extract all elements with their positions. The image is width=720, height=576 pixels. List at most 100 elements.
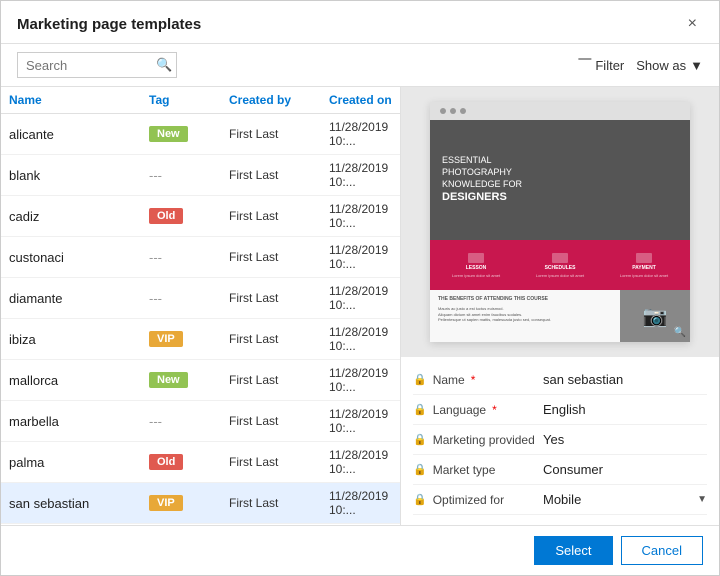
payment-label: PAYMENT bbox=[632, 265, 656, 271]
show-as-button[interactable]: Show as ▼ bbox=[636, 58, 703, 73]
cell-tag: VIP bbox=[149, 331, 229, 347]
cell-tag: Old bbox=[149, 454, 229, 470]
detail-row-optimized_for: 🔒 Optimized for Mobile ▼ bbox=[413, 485, 707, 515]
detail-value-optimized_for[interactable]: Mobile ▼ bbox=[543, 492, 707, 507]
tag-badge: New bbox=[149, 372, 188, 388]
cell-name: alicante bbox=[9, 127, 149, 142]
col-header-name[interactable]: Name bbox=[9, 93, 149, 107]
details-form: 🔒 Name * san sebastian 🔒 Language * Engl… bbox=[401, 357, 719, 525]
dialog-title: Marketing page templates bbox=[17, 16, 201, 33]
cell-name: blank bbox=[9, 168, 149, 183]
search-box[interactable]: 🔍 bbox=[17, 52, 177, 78]
preview-area: ESSENTIAL PHOTOGRAPHY KNOWLEDGE FOR DESI… bbox=[401, 87, 719, 357]
table-row[interactable]: alicante New First Last 11/28/2019 10:..… bbox=[1, 114, 400, 155]
hero-line2: PHOTOGRAPHY bbox=[442, 167, 512, 177]
cell-createdon: 11/28/2019 10:... bbox=[329, 366, 392, 394]
lock-icon: 🔒 bbox=[413, 463, 427, 476]
payment-icon bbox=[636, 253, 652, 263]
cell-tag: --- bbox=[149, 291, 229, 306]
preview-col-lesson: LESSON Lorem ipsum dolor sit amet bbox=[449, 253, 504, 278]
cancel-button[interactable]: Cancel bbox=[621, 536, 703, 565]
detail-label-text: Name bbox=[433, 373, 465, 387]
table-row[interactable]: blank --- First Last 11/28/2019 10:... bbox=[1, 155, 400, 196]
table-row[interactable]: marbella --- First Last 11/28/2019 10:..… bbox=[1, 401, 400, 442]
detail-value-text: Mobile bbox=[543, 492, 581, 507]
schedules-label: SCHEDULES bbox=[545, 265, 576, 271]
col-header-createdby[interactable]: Created by bbox=[229, 93, 329, 107]
table-row[interactable]: san sebastian VIP First Last 11/28/2019 … bbox=[1, 483, 400, 524]
tag-badge: Old bbox=[149, 454, 183, 470]
right-panel: ESSENTIAL PHOTOGRAPHY KNOWLEDGE FOR DESI… bbox=[401, 87, 719, 525]
col-header-createdon[interactable]: Created on bbox=[329, 93, 392, 107]
cell-createdby: First Last bbox=[229, 414, 329, 428]
cell-tag: Old bbox=[149, 208, 229, 224]
search-input[interactable] bbox=[26, 58, 156, 73]
content-area: Name Tag Created by Created on alicante … bbox=[1, 87, 719, 525]
cell-tag: --- bbox=[149, 250, 229, 265]
lesson-label: LESSON bbox=[466, 265, 487, 271]
camera-icon: 📷 bbox=[643, 304, 668, 329]
search-icon: 🔍 bbox=[156, 57, 172, 73]
hero-bold: DESIGNERS bbox=[442, 190, 678, 204]
preview-top-bar bbox=[430, 102, 690, 120]
toolbar-right: ⎺ Filter Show as ▼ bbox=[578, 57, 703, 73]
cell-createdby: First Last bbox=[229, 127, 329, 141]
lesson-icon bbox=[468, 253, 484, 263]
cell-createdby: First Last bbox=[229, 291, 329, 305]
lock-icon: 🔒 bbox=[413, 403, 427, 416]
preview-hero: ESSENTIAL PHOTOGRAPHY KNOWLEDGE FOR DESI… bbox=[430, 120, 690, 240]
cell-createdby: First Last bbox=[229, 168, 329, 182]
table-row[interactable]: diamante --- First Last 11/28/2019 10:..… bbox=[1, 278, 400, 319]
detail-value-text: English bbox=[543, 402, 586, 417]
table-row[interactable]: mallorca New First Last 11/28/2019 10:..… bbox=[1, 360, 400, 401]
url-dot3 bbox=[460, 108, 466, 114]
tag-badge: New bbox=[149, 126, 188, 142]
cell-name: mallorca bbox=[9, 373, 149, 388]
lock-icon: 🔒 bbox=[413, 373, 427, 386]
tag-none: --- bbox=[149, 414, 162, 429]
chevron-down-icon: ▼ bbox=[690, 58, 703, 73]
detail-value-name: san sebastian bbox=[543, 372, 707, 387]
detail-row-market_type: 🔒 Market type Consumer bbox=[413, 455, 707, 485]
close-button[interactable]: × bbox=[682, 13, 703, 35]
tag-none: --- bbox=[149, 250, 162, 265]
table-row[interactable]: custonaci --- First Last 11/28/2019 10:.… bbox=[1, 237, 400, 278]
filter-button[interactable]: ⎺ Filter bbox=[578, 57, 624, 73]
detail-label-text: Optimized for bbox=[433, 493, 504, 507]
cell-createdby: First Last bbox=[229, 373, 329, 387]
schedules-icon bbox=[552, 253, 568, 263]
cell-createdon: 11/28/2019 10:... bbox=[329, 243, 392, 271]
show-as-label: Show as bbox=[636, 58, 686, 73]
cell-createdon: 11/28/2019 10:... bbox=[329, 325, 392, 353]
detail-value-market_type: Consumer bbox=[543, 462, 707, 477]
preview-bottom-left: THE BENEFITS OF ATTENDING THIS COURSE Ma… bbox=[430, 290, 620, 342]
cell-createdon: 11/28/2019 10:... bbox=[329, 489, 392, 517]
table-row[interactable]: ibiza VIP First Last 11/28/2019 10:... bbox=[1, 319, 400, 360]
cell-createdby: First Last bbox=[229, 250, 329, 264]
cell-name: san sebastian bbox=[9, 496, 149, 511]
toolbar: 🔍 ⎺ Filter Show as ▼ bbox=[1, 44, 719, 87]
table-row[interactable]: palma Old First Last 11/28/2019 10:... bbox=[1, 442, 400, 483]
col-header-tag[interactable]: Tag bbox=[149, 93, 229, 107]
hero-line3: KNOWLEDGE FOR bbox=[442, 179, 522, 189]
cell-tag: --- bbox=[149, 168, 229, 183]
dialog-header: Marketing page templates × bbox=[1, 1, 719, 44]
tag-badge: VIP bbox=[149, 495, 183, 511]
cell-name: custonaci bbox=[9, 250, 149, 265]
filter-icon: ⎺ bbox=[578, 57, 591, 73]
required-star: * bbox=[492, 403, 497, 417]
cell-tag: --- bbox=[149, 414, 229, 429]
schedules-text: Lorem ipsum dolor sit amet bbox=[533, 273, 588, 278]
lock-icon: 🔒 bbox=[413, 493, 427, 506]
cell-createdon: 11/28/2019 10:... bbox=[329, 202, 392, 230]
select-button[interactable]: Select bbox=[534, 536, 612, 565]
cell-createdon: 11/28/2019 10:... bbox=[329, 284, 392, 312]
cell-name: marbella bbox=[9, 414, 149, 429]
table-row[interactable]: cadiz Old First Last 11/28/2019 10:... bbox=[1, 196, 400, 237]
preview-bottom: THE BENEFITS OF ATTENDING THIS COURSE Ma… bbox=[430, 290, 690, 342]
hero-line1: ESSENTIAL bbox=[442, 155, 492, 165]
cell-createdon: 11/28/2019 10:... bbox=[329, 407, 392, 435]
detail-label-language: 🔒 Language * bbox=[413, 403, 543, 417]
detail-label-marketing_provided: 🔒 Marketing provided bbox=[413, 433, 543, 447]
tag-badge: Old bbox=[149, 208, 183, 224]
